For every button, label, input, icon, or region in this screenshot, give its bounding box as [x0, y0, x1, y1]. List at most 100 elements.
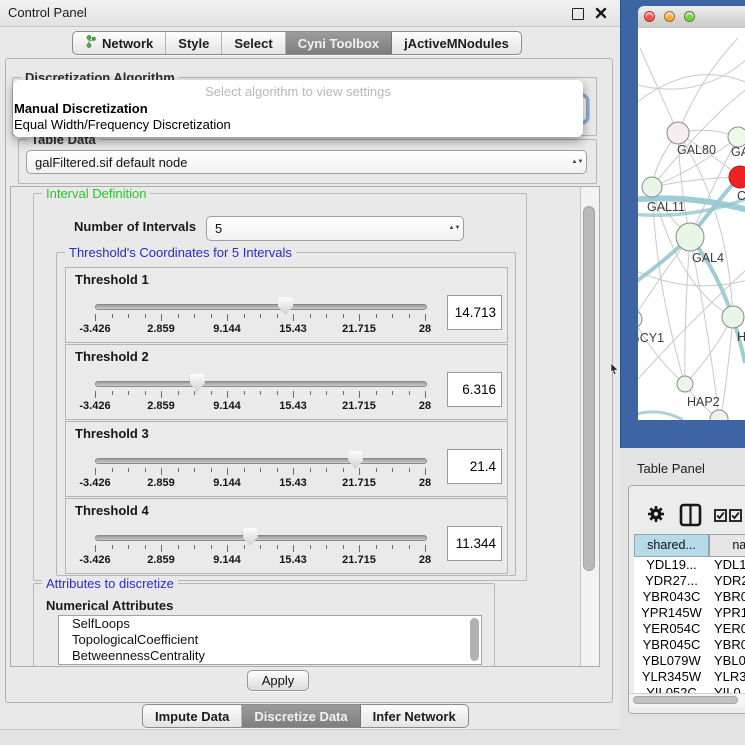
cell-name[interactable]: YDL1 — [709, 557, 745, 573]
cell-name[interactable]: YPR1 — [709, 605, 745, 621]
tick-mark — [211, 391, 212, 395]
popup-item-manual-discretization[interactable]: Manual Discretization — [14, 101, 148, 116]
table-row[interactable]: YBR043CYBR0 — [634, 589, 745, 605]
cell-name[interactable]: YBR0 — [709, 589, 745, 605]
gear-icon[interactable] — [646, 504, 666, 529]
table-row[interactable]: YER054CYER0 — [634, 621, 745, 637]
cell-name[interactable]: YBR0 — [709, 637, 745, 653]
table-header-row: shared... name — [634, 534, 745, 557]
cell-shared-name[interactable]: YDR27... — [634, 573, 709, 589]
cell-shared-name[interactable]: YPR145W — [634, 605, 709, 621]
attribute-list-item[interactable]: SelfLoops — [59, 616, 481, 632]
tick-mark — [277, 391, 278, 395]
column-header-name[interactable]: name — [709, 534, 745, 557]
tab-impute-data[interactable]: Impute Data — [143, 705, 242, 727]
network-node-gcy1[interactable] — [638, 310, 642, 328]
cell-shared-name[interactable]: YLR345W — [634, 669, 709, 685]
tab-discretize-data[interactable]: Discretize Data — [242, 705, 360, 727]
threshold-value-field[interactable] — [447, 372, 502, 407]
network-node-h[interactable] — [722, 306, 744, 328]
slider-thumb[interactable] — [348, 451, 363, 469]
cell-shared-name[interactable]: YDL19... — [634, 557, 709, 573]
cell-name[interactable]: YDR2 — [709, 573, 745, 589]
zoom-traffic-light[interactable] — [684, 11, 695, 22]
tab-label: Style — [178, 36, 209, 51]
slider-ticks — [95, 314, 425, 322]
apply-button[interactable]: Apply — [247, 670, 309, 691]
table-row[interactable]: YBL079WYBL0 — [634, 653, 745, 669]
tab-cyni-toolbox[interactable]: Cyni Toolbox — [286, 32, 392, 54]
slider-thumb[interactable] — [243, 528, 258, 546]
tab-infer-network[interactable]: Infer Network — [361, 705, 468, 727]
settings-scrollbar-thumb[interactable] — [583, 206, 595, 571]
network-window-titlebar[interactable] — [638, 6, 745, 29]
slider-track[interactable] — [95, 381, 427, 387]
table-row[interactable]: YPR145WYPR1 — [634, 605, 745, 621]
tick-mark — [343, 314, 344, 318]
table-hscrollbar-track[interactable] — [629, 693, 745, 707]
checkbox-icon[interactable] — [714, 509, 727, 527]
cell-shared-name[interactable]: YBR045C — [634, 637, 709, 653]
tick-mark — [145, 545, 146, 549]
list-scrollbar[interactable] — [470, 618, 479, 661]
attribute-list-item[interactable]: BetweennessCentrality — [59, 648, 481, 664]
cell-name[interactable]: YER0 — [709, 621, 745, 637]
combo-stepper-icon[interactable]: ▲▼ — [446, 226, 463, 231]
cell-shared-name[interactable]: YBR043C — [634, 589, 709, 605]
table-row[interactable]: YDL19...YDL1 — [634, 557, 745, 573]
network-node-gal11[interactable] — [642, 177, 662, 197]
settings-scrollbar-track[interactable] — [580, 187, 599, 666]
threshold-value-field[interactable] — [447, 449, 502, 484]
tab-label: Impute Data — [155, 709, 229, 724]
table-row[interactable]: YLR345WYLR3 — [634, 669, 745, 685]
network-node-hap2[interactable] — [677, 376, 693, 392]
network-node-ga[interactable] — [728, 127, 745, 147]
threshold-value-field[interactable] — [447, 526, 502, 561]
tick-mark — [260, 545, 261, 549]
threshold-value-field[interactable] — [447, 295, 502, 330]
cell-name[interactable]: YLR3 — [709, 669, 745, 685]
tick-label: 9.144 — [213, 400, 241, 412]
table-data-combobox[interactable]: galFiltered.sif default node ▲▼ — [26, 150, 587, 174]
minimize-traffic-light[interactable] — [664, 11, 675, 22]
popup-item-equal-width-frequency[interactable]: Equal Width/Frequency Discretization — [14, 117, 231, 132]
cell-name[interactable]: YBL0 — [709, 653, 745, 669]
table-row[interactable]: YDR27...YDR2 — [634, 573, 745, 589]
close-icon[interactable] — [594, 6, 608, 20]
network-edge — [685, 237, 690, 384]
close-traffic-light[interactable] — [644, 11, 655, 22]
slider-track[interactable] — [95, 458, 427, 464]
cell-shared-name[interactable]: YER054C — [634, 621, 709, 637]
control-panel-titlebar: Control Panel — [0, 0, 620, 27]
tick-mark — [112, 545, 113, 549]
tick-mark — [343, 468, 344, 472]
tab-select[interactable]: Select — [222, 32, 285, 54]
column-header-shared-name[interactable]: shared... — [634, 534, 709, 557]
slider-track[interactable] — [95, 535, 427, 541]
attribute-list-item[interactable]: TopologicalCoefficient — [59, 632, 481, 648]
network-node-gal4[interactable] — [676, 223, 704, 251]
tick-mark — [211, 545, 212, 549]
network-node-gal80[interactable] — [667, 122, 689, 144]
tick-mark — [95, 314, 96, 321]
slider-thumb[interactable] — [278, 297, 293, 315]
tab-jactivemnodules[interactable]: jActiveMNodules — [392, 32, 521, 54]
columns-icon[interactable] — [679, 503, 702, 532]
checkbox-icon[interactable] — [729, 509, 742, 527]
network-canvas[interactable]: GAL80GACGAL11GAL4GCY1HHAP2 — [638, 28, 745, 420]
slider-track[interactable] — [95, 304, 427, 310]
slider-thumb[interactable] — [190, 374, 205, 392]
cell-shared-name[interactable]: YBL079W — [634, 653, 709, 669]
screen: Control Panel Network Style SelectCyni Too… — [0, 0, 745, 745]
network-node[interactable] — [710, 410, 728, 420]
tab-network[interactable]: Network — [73, 32, 166, 54]
float-window-icon[interactable] — [572, 8, 584, 20]
network-edge — [652, 177, 740, 187]
network-node-label: GCY1 — [638, 331, 664, 345]
combo-stepper-icon[interactable]: ▲▼ — [569, 160, 586, 165]
number-of-intervals-combobox[interactable]: 5 ▲▼ — [206, 216, 464, 241]
table-row[interactable]: YBR045CYBR0 — [634, 637, 745, 653]
threshold-panel: Threshold 1-3.4262.8599.14415.4321.71528 — [65, 267, 508, 343]
tab-style[interactable]: Style — [166, 32, 222, 54]
table-hscrollbar-thumb[interactable] — [633, 696, 738, 704]
